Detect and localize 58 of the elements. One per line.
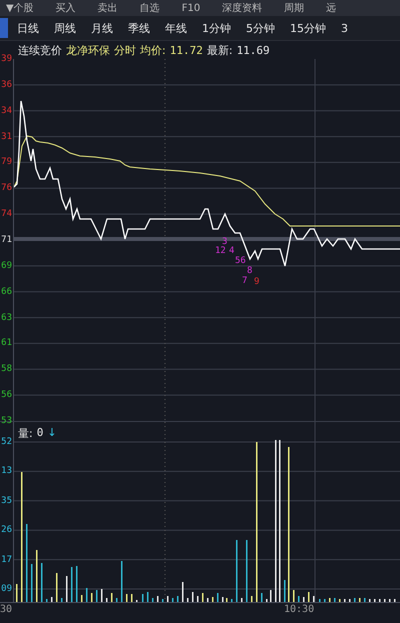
volume-axis-label: 17 xyxy=(1,554,12,566)
period-tab[interactable]: 5分钟 xyxy=(246,20,275,36)
price-axis-label: 74 xyxy=(1,208,12,220)
period-tab[interactable]: 日线 xyxy=(17,20,39,36)
menu-item[interactable]: 自选 xyxy=(140,1,160,15)
signal-number: 56 xyxy=(235,256,246,266)
signal-number: 3 xyxy=(222,237,228,247)
period-tab[interactable]: 季线 xyxy=(128,20,150,36)
price-axis-label: 34 xyxy=(1,104,12,117)
price-axis-label: 58 xyxy=(1,363,12,376)
period-tab[interactable]: 周线 xyxy=(54,20,76,36)
price-axis-label: 53 xyxy=(1,415,12,427)
chart-mode: 分时 xyxy=(114,42,136,58)
period-tab[interactable]: 月线 xyxy=(91,20,113,36)
price-axis-label: 63 xyxy=(1,312,12,324)
menu-item[interactable]: F10 xyxy=(182,2,200,14)
signal-number: 12 xyxy=(215,246,226,256)
signal-number: 7 xyxy=(242,276,248,286)
signal-number: 4 xyxy=(229,246,234,256)
volume-label: 量: xyxy=(18,426,33,441)
volume-axis-label: 26 xyxy=(1,524,12,536)
price-axis-label: 76 xyxy=(1,182,12,194)
menu-item[interactable]: 卖出 xyxy=(98,1,118,15)
price-axis-label: 61 xyxy=(1,337,12,350)
price-axis-label: 71 xyxy=(1,234,12,246)
price-axis-label: 36 xyxy=(1,78,12,91)
menu-item[interactable]: ▼个股 xyxy=(6,1,34,15)
latest-label: 最新: xyxy=(206,42,233,58)
volume-axis-label: 13 xyxy=(1,465,12,478)
menu-item[interactable]: 周期 xyxy=(284,1,304,15)
menu-item[interactable]: 深度资料 xyxy=(222,1,262,15)
signal-number: 8 xyxy=(247,266,252,276)
price-axis-label: 31 xyxy=(1,130,12,143)
volume-axis-label: 52 xyxy=(1,436,12,448)
average-label: 均价: xyxy=(140,42,166,58)
trading-phase: 连续竞价 xyxy=(18,42,62,58)
period-tab[interactable]: 3 xyxy=(341,22,348,34)
average-price: 11.72 xyxy=(170,44,203,56)
time-label: 10:30 xyxy=(284,604,314,615)
menu-item[interactable]: 远 xyxy=(326,1,336,15)
volume-value: 0 xyxy=(36,426,44,441)
period-tab[interactable]: 年线 xyxy=(165,20,187,36)
selection-marker xyxy=(0,18,8,38)
price-axis-label: 39 xyxy=(1,53,12,65)
menu-item[interactable]: 买入 xyxy=(56,1,76,15)
period-tab[interactable]: 1分钟 xyxy=(202,20,231,36)
signal-number: 9 xyxy=(254,277,260,287)
volume-axis-label: 35 xyxy=(1,494,12,507)
period-tab[interactable]: 15分钟 xyxy=(290,20,326,36)
volume-axis-label: 09 xyxy=(1,583,12,595)
time-label: 30 xyxy=(0,604,12,615)
stock-name: 龙净环保 xyxy=(66,42,110,58)
latest-price: 11.69 xyxy=(236,44,270,56)
price-axis-label: 56 xyxy=(1,389,12,402)
volume-arrow: ↓ xyxy=(47,426,57,441)
price-axis-label: 79 xyxy=(1,156,12,168)
price-axis-label: 69 xyxy=(1,260,12,272)
price-axis-label: 66 xyxy=(1,286,12,298)
